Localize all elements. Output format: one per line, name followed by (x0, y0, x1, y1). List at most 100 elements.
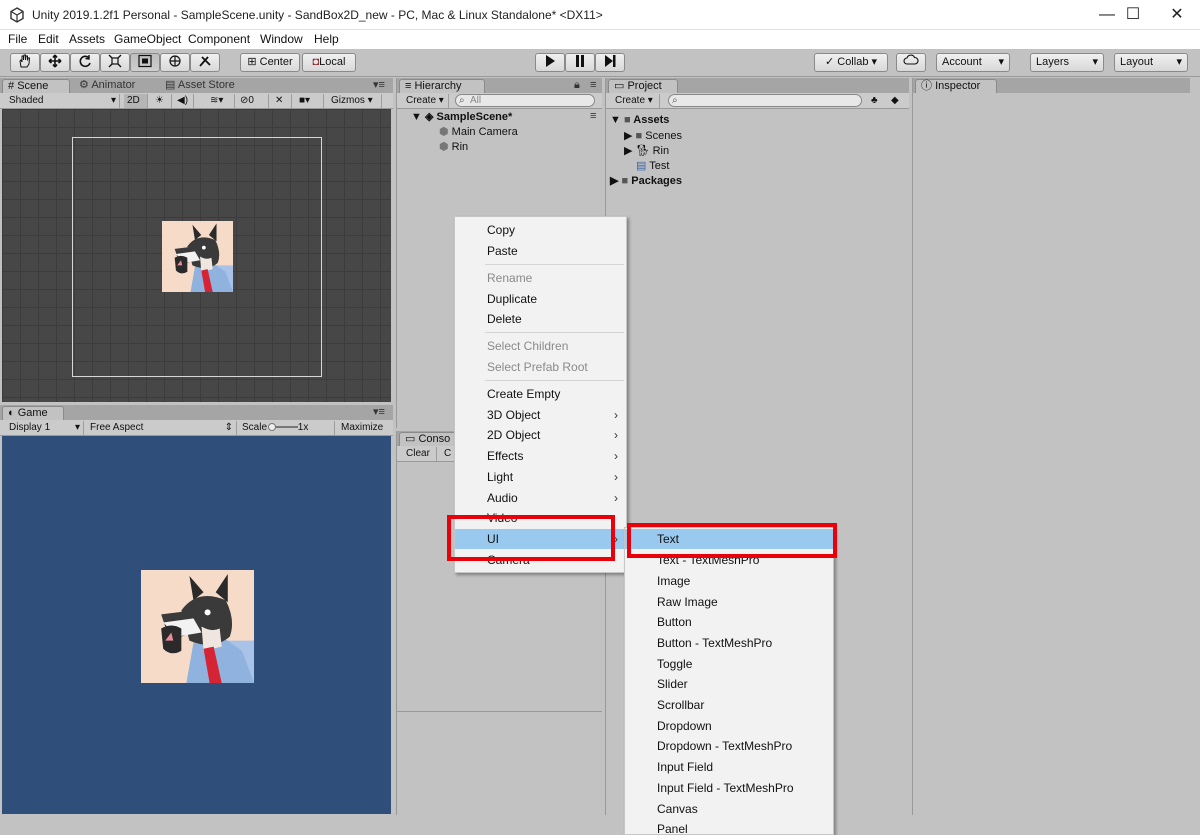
menu-help[interactable]: Help (314, 32, 339, 46)
menu-item-effects[interactable]: Effects › (455, 446, 626, 466)
account-dropdown[interactable]: Account ▾ (936, 53, 1010, 72)
tab-animator[interactable]: ⚙ Animator (74, 79, 140, 93)
filter-label-icon[interactable]: ◆ (888, 94, 906, 108)
camera-dropdown[interactable]: ■▾ (296, 94, 324, 108)
tab-scene[interactable]: # Scene (2, 79, 70, 93)
rect-tool-button[interactable] (130, 53, 160, 72)
pivot-toggle-button[interactable]: ⊞ Center (240, 53, 300, 72)
menu-gameobject[interactable]: GameObject (114, 32, 181, 46)
tab-console[interactable]: ▭ Conso (399, 432, 459, 446)
submenu-item-canvas[interactable]: Canvas (625, 799, 833, 819)
menu-component[interactable]: Component (188, 32, 250, 46)
layout-dropdown[interactable]: Layout ▾ (1114, 53, 1188, 72)
submenu-item-button[interactable]: Button (625, 612, 833, 632)
menu-item-delete[interactable]: Delete (455, 309, 626, 329)
submenu-item-panel[interactable]: Panel (625, 819, 833, 835)
submenu-item-raw-image[interactable]: Raw Image (625, 592, 833, 612)
display-dropdown[interactable]: Display 1 ▾ (6, 421, 84, 435)
lighting-toggle[interactable]: ☀ (152, 94, 172, 108)
filter-type-icon[interactable]: ♣ (868, 94, 886, 108)
hierarchy-item-main-camera[interactable]: ⬢ Main Camera (439, 125, 518, 138)
check-icon: ✓ (824, 56, 835, 68)
layers-dropdown[interactable]: Layers ▾ (1030, 53, 1104, 72)
tab-hierarchy[interactable]: ≡ Hierarchy (399, 79, 485, 93)
scale-tool-button[interactable] (100, 53, 130, 72)
submenu-item-button-textmeshpro[interactable]: Button - TextMeshPro (625, 633, 833, 653)
menu-bar: File Edit Assets GameObject Component Wi… (0, 30, 1200, 49)
panel-menu-icon[interactable]: ≡ (585, 79, 601, 93)
audio-toggle[interactable]: ◀) (174, 94, 194, 108)
menu-item-create-empty[interactable]: Create Empty (455, 384, 626, 404)
tab-game[interactable]: ◐ Game (2, 406, 64, 420)
rotate-tool-button[interactable] (70, 53, 100, 72)
custom-tool-button[interactable] (190, 53, 220, 72)
lock-icon[interactable]: 🔒︎ (569, 79, 585, 93)
console-clear-button[interactable]: Clear (403, 447, 437, 461)
effects-icon: ≋ (210, 95, 219, 106)
maximize-on-play-toggle[interactable]: Maximize (338, 421, 393, 435)
menu-edit[interactable]: Edit (38, 32, 59, 46)
hierarchy-create-dropdown[interactable]: Create ▾ (403, 94, 449, 108)
hidden-objects-toggle[interactable]: ⊘0 (237, 94, 269, 108)
panel-menu-icon[interactable]: ▾≡ (368, 79, 390, 93)
submenu-item-slider[interactable]: Slider (625, 674, 833, 694)
scene-root[interactable]: ▼ ◈ SampleScene* (411, 110, 512, 123)
project-folder-packages[interactable]: ▶ ■ Packages (610, 174, 682, 187)
move-tool-button[interactable] (40, 53, 70, 72)
project-item-test[interactable]: ▤ Test (636, 159, 669, 172)
tab-project[interactable]: ▭ Project (608, 79, 678, 93)
shading-mode-dropdown[interactable]: Shaded ▾ (6, 94, 120, 108)
space-toggle-button[interactable]: ◘Local (302, 53, 356, 72)
step-button[interactable] (595, 53, 625, 72)
2d-toggle[interactable]: 2D (124, 94, 148, 108)
close-button[interactable]: ✕ (1154, 0, 1200, 30)
menu-item-duplicate[interactable]: Duplicate (455, 289, 626, 309)
submenu-item-dropdown[interactable]: Dropdown (625, 716, 833, 736)
transform-tool-button[interactable] (160, 53, 190, 72)
tools-toggle[interactable]: ✕ (272, 94, 292, 108)
hand-tool-button[interactable] (10, 53, 40, 72)
pause-button[interactable] (565, 53, 595, 72)
console-collapse-button[interactable]: C (441, 447, 455, 461)
tab-inspector[interactable]: ⓘ Inspector (915, 79, 997, 93)
project-folder-assets[interactable]: ▼ ■ Assets (610, 114, 669, 126)
menu-item-copy[interactable]: Copy (455, 220, 626, 240)
menu-item-paste[interactable]: Paste (455, 241, 626, 261)
menu-item-light[interactable]: Light › (455, 467, 626, 487)
play-button[interactable] (535, 53, 565, 72)
project-search-input[interactable]: ⌕ (668, 94, 862, 107)
scale-slider[interactable]: Scale 1x (239, 421, 335, 435)
effects-dropdown[interactable]: ≋▾ (207, 94, 235, 108)
menu-window[interactable]: Window (260, 32, 303, 46)
menu-item-audio[interactable]: Audio › (455, 488, 626, 508)
tab-asset-store[interactable]: ▤ Asset Store (160, 79, 240, 93)
cloud-button[interactable] (896, 53, 926, 72)
hierarchy-search-input[interactable]: ⌕ All (455, 94, 595, 107)
hierarchy-tab-strip: ≡ Hierarchy 🔒︎ ≡ (397, 78, 602, 93)
submenu-item-input-field-textmeshpro[interactable]: Input Field - TextMeshPro (625, 778, 833, 798)
menu-item-3d-object[interactable]: 3D Object › (455, 405, 626, 425)
slider-thumb[interactable] (267, 423, 276, 432)
hierarchy-item-rin[interactable]: ⬢ Rin (439, 140, 468, 153)
maximize-button[interactable]: ☐ (1110, 0, 1156, 30)
menu-assets[interactable]: Assets (69, 32, 105, 46)
submenu-item-input-field[interactable]: Input Field (625, 757, 833, 777)
menu-item-2d-object[interactable]: 2D Object › (455, 425, 626, 445)
submenu-item-dropdown-textmeshpro[interactable]: Dropdown - TextMeshPro (625, 736, 833, 756)
scene-viewport[interactable] (2, 109, 391, 402)
menu-file[interactable]: File (8, 32, 27, 46)
aspect-dropdown[interactable]: Free Aspect ⇕ (87, 421, 237, 435)
game-viewport[interactable] (2, 436, 391, 814)
rin-sprite[interactable] (162, 221, 233, 292)
project-folder-scenes[interactable]: ▶ ■ Scenes (624, 129, 682, 142)
project-create-dropdown[interactable]: Create ▾ (612, 94, 660, 108)
panel-menu-icon[interactable]: ▾≡ (368, 406, 390, 420)
scene-menu-icon[interactable]: ≡ (585, 110, 601, 124)
project-item-rin[interactable]: ▶ 🐕︎ Rin (624, 144, 669, 157)
submenu-item-toggle[interactable]: Toggle (625, 654, 833, 674)
collab-button[interactable]: ✓ Collab ▾ (814, 53, 888, 72)
submenu-item-scrollbar[interactable]: Scrollbar (625, 695, 833, 715)
gizmos-dropdown[interactable]: Gizmos ▾ (328, 94, 382, 108)
unity-logo-icon (10, 7, 24, 23)
submenu-item-image[interactable]: Image (625, 571, 833, 591)
